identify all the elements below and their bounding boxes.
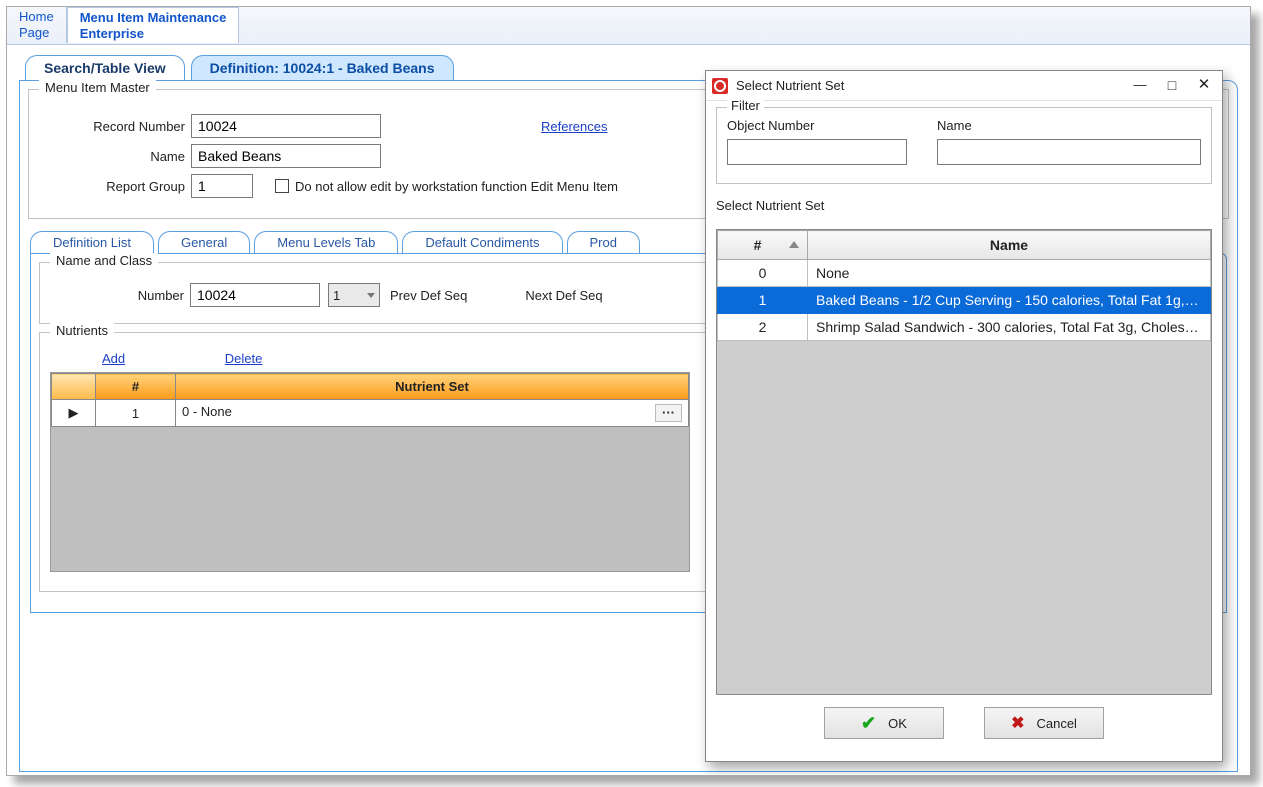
report-group-label: Report Group xyxy=(43,179,191,194)
dialog-col-name[interactable]: Name xyxy=(808,231,1211,260)
top-tab-maint-line1: Menu Item Maintenance xyxy=(80,10,227,26)
nutrients-grid[interactable]: # Nutrient Set ▶ 1 0 - None ··· xyxy=(50,372,690,572)
nutrients-delete[interactable]: Delete xyxy=(225,351,263,366)
nutrients-legend: Nutrients xyxy=(50,323,114,338)
close-button[interactable]: ✕ xyxy=(1192,75,1216,97)
nutrient-set-row[interactable]: 0None xyxy=(718,260,1211,287)
prev-def-seq-button[interactable]: Prev Def Seq xyxy=(390,288,467,303)
nutrients-row-set-cell[interactable]: 0 - None ··· xyxy=(176,400,689,427)
nutrients-row-num: 1 xyxy=(96,400,176,427)
select-nutrient-set-dialog: Select Nutrient Set — □ ✕ Filter Object … xyxy=(705,70,1223,762)
name-label: Name xyxy=(43,149,191,164)
nutrients-col-set[interactable]: Nutrient Set xyxy=(176,374,689,400)
top-tab-home-line1: Home xyxy=(19,9,54,25)
ok-button[interactable]: ✔ OK xyxy=(824,707,944,739)
top-tab-maint-line2: Enterprise xyxy=(80,26,227,42)
nutrient-set-row-name: Baked Beans - 1/2 Cup Serving - 150 calo… xyxy=(808,287,1211,314)
nutrient-set-row[interactable]: 1Baked Beans - 1/2 Cup Serving - 150 cal… xyxy=(718,287,1211,314)
cancel-button[interactable]: ✖ Cancel xyxy=(984,707,1104,739)
name-class-legend: Name and Class xyxy=(50,253,158,268)
number-field[interactable] xyxy=(190,283,320,307)
top-tab-home[interactable]: Home Page xyxy=(7,7,67,43)
inner-tab-menu-levels[interactable]: Menu Levels Tab xyxy=(254,231,398,253)
nutrient-set-row-num: 2 xyxy=(718,314,808,341)
cancel-label: Cancel xyxy=(1036,716,1076,731)
nutrient-set-row-num: 0 xyxy=(718,260,808,287)
nutrients-row[interactable]: ▶ 1 0 - None ··· xyxy=(52,400,689,427)
inner-tab-default-condiments[interactable]: Default Condiments xyxy=(402,231,562,253)
number-label: Number xyxy=(50,288,190,303)
object-number-label: Object Number xyxy=(727,118,907,133)
nutrients-row-set-value: 0 - None xyxy=(182,404,232,419)
inner-tab-general[interactable]: General xyxy=(158,231,250,253)
disallow-edit-checkbox[interactable]: Do not allow edit by workstation functio… xyxy=(275,179,618,194)
menu-item-master-legend: Menu Item Master xyxy=(39,80,156,95)
cross-icon: ✖ xyxy=(1011,713,1024,733)
nutrient-set-table[interactable]: # Name 0None1Baked Beans - 1/2 Cup Servi… xyxy=(716,229,1212,695)
defseq-dropdown[interactable]: 1 xyxy=(328,283,380,307)
disallow-edit-label: Do not allow edit by workstation functio… xyxy=(295,179,618,194)
ok-label: OK xyxy=(888,716,907,731)
filter-legend: Filter xyxy=(727,98,764,113)
report-group-field[interactable] xyxy=(191,174,253,198)
nutrient-set-row-name: None xyxy=(808,260,1211,287)
nutrient-set-row-name: Shrimp Salad Sandwich - 300 calories, To… xyxy=(808,314,1211,341)
check-icon: ✔ xyxy=(861,713,876,734)
record-number-label: Record Number xyxy=(43,119,191,134)
checkbox-icon xyxy=(275,179,289,193)
dialog-col-num[interactable]: # xyxy=(718,231,808,260)
sub-tab-definition[interactable]: Definition: 10024:1 - Baked Beans xyxy=(191,55,454,80)
sort-asc-icon xyxy=(789,241,799,248)
inner-tab-prod[interactable]: Prod xyxy=(567,231,640,253)
defseq-value: 1 xyxy=(333,288,340,303)
top-tab-menu-maintenance[interactable]: Menu Item Maintenance Enterprise xyxy=(67,7,240,43)
nutrients-add[interactable]: Add xyxy=(102,351,125,366)
sub-tab-search[interactable]: Search/Table View xyxy=(25,55,185,80)
dialog-section-label: Select Nutrient Set xyxy=(716,198,1212,213)
chevron-down-icon xyxy=(367,293,375,298)
oracle-logo-icon xyxy=(712,78,728,94)
nutrient-set-row-num: 1 xyxy=(718,287,808,314)
dialog-title: Select Nutrient Set xyxy=(736,78,1120,93)
object-number-input[interactable] xyxy=(727,139,907,165)
dialog-name-input[interactable] xyxy=(937,139,1201,165)
row-handle-icon[interactable]: ▶ xyxy=(52,400,96,427)
nutrient-set-row[interactable]: 2Shrimp Salad Sandwich - 300 calories, T… xyxy=(718,314,1211,341)
references-link[interactable]: References xyxy=(541,119,607,134)
minimize-button[interactable]: — xyxy=(1128,75,1152,97)
name-field[interactable] xyxy=(191,144,381,168)
nutrients-col-num[interactable]: # xyxy=(96,374,176,400)
record-number-field[interactable] xyxy=(191,114,381,138)
top-tab-home-line2: Page xyxy=(19,25,54,41)
nutrient-set-picker-button[interactable]: ··· xyxy=(655,404,682,422)
next-def-seq-button[interactable]: Next Def Seq xyxy=(525,288,602,303)
inner-tab-definition-list[interactable]: Definition List xyxy=(30,231,154,253)
maximize-button[interactable]: □ xyxy=(1160,75,1184,97)
dialog-name-label: Name xyxy=(937,118,1201,133)
